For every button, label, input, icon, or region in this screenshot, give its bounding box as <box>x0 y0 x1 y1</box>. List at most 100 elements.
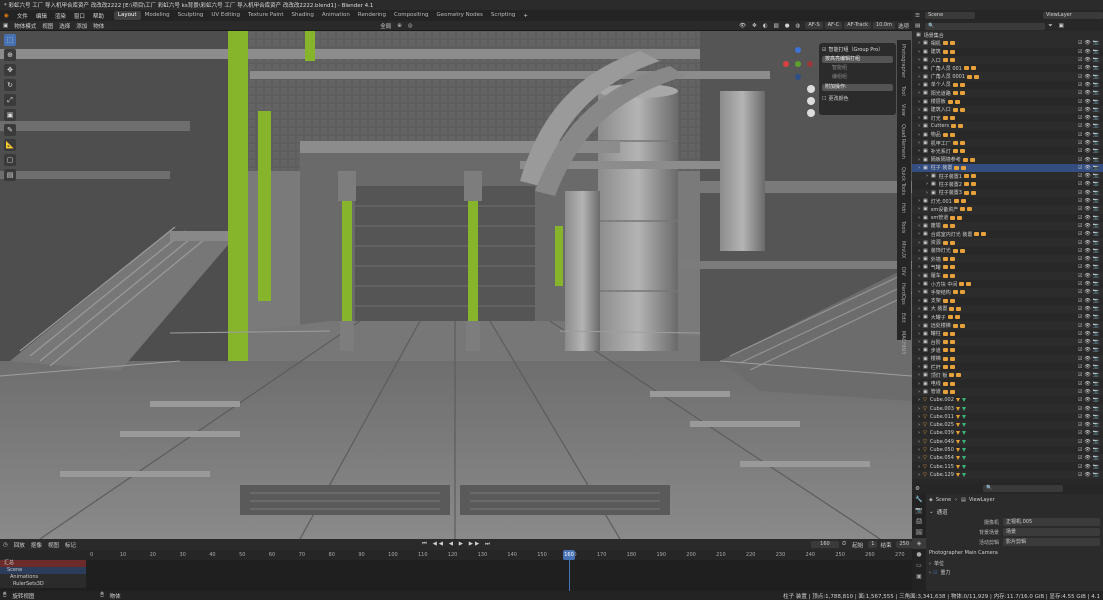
visibility-toggles[interactable]: ☑👁📷 <box>1078 347 1101 353</box>
visibility-toggles[interactable]: ☑👁📷 <box>1078 323 1101 329</box>
timeline-ruler[interactable]: 0 10 20 30 40 50 60 70 80 90 100 110 120 130 140 150 160… <box>0 550 912 560</box>
chevron-right-icon[interactable]: › <box>918 115 920 121</box>
navigation-gizmo[interactable] <box>781 47 815 117</box>
outliner-row[interactable]: › ▣ 支架 ☑👁📷 <box>912 297 1103 305</box>
outliner-row[interactable]: › ▣ 建筑 ☑👁📷 <box>912 48 1103 56</box>
shading-solid-icon[interactable]: ● <box>782 23 793 29</box>
chevron-right-icon[interactable]: › <box>918 381 920 387</box>
outliner-row[interactable]: › ▣ 栏杆 ☑👁📷 <box>912 363 1103 371</box>
x-axis-icon[interactable] <box>783 61 789 67</box>
menu-item[interactable]: 窗口 <box>70 12 89 20</box>
outliner-row[interactable]: › ▣ 手架结构 ☑👁📷 <box>912 288 1103 297</box>
sidebar-tab[interactable]: MACHIN3 <box>897 327 909 358</box>
outliner-row[interactable]: › ▣ 台阶 ☑👁📷 <box>912 337 1103 347</box>
chevron-right-icon[interactable]: › <box>918 356 920 362</box>
outliner-row[interactable]: › ▣ 顶灯 板 ☑👁📷 <box>912 371 1103 380</box>
render-tab-icon[interactable]: 📷 <box>912 505 926 516</box>
new-collection-icon[interactable]: ▣ <box>1056 23 1067 29</box>
photographer-chip[interactable]: AF-Track <box>844 22 871 29</box>
workspace-tab[interactable]: UV Editing <box>207 11 244 20</box>
visibility-toggles[interactable]: ☑👁📷 <box>1078 381 1101 387</box>
visibility-toggles[interactable]: ☑👁📷 <box>1078 65 1101 71</box>
chevron-right-icon[interactable]: › <box>918 132 920 138</box>
workspace-tab[interactable]: Geometry Nodes <box>432 11 486 20</box>
timeline-menu-item[interactable]: 抠像 <box>28 541 45 549</box>
outliner-row[interactable]: › ▣ 隔板隔墙参考 ☑👁📷 <box>912 155 1103 164</box>
view-layer-selector[interactable]: ViewLayer <box>1043 12 1103 19</box>
outliner-row[interactable]: › ▣ 灯光.001 ☑👁📷 <box>912 197 1103 205</box>
timeline-channel[interactable]: 汇总 <box>0 560 86 567</box>
outliner-row[interactable]: › ▣ 入口 ☑👁📷 <box>912 55 1103 65</box>
outliner-row[interactable]: › ▣ 气罐 ☑👁📷 <box>912 263 1103 271</box>
outliner-row[interactable]: › ▽ Cube.025 ☑👁📷 <box>912 420 1103 430</box>
extra-ops-button[interactable]: 附加操作: <box>822 84 893 91</box>
chevron-right-icon[interactable]: › <box>918 397 920 403</box>
chevron-right-icon[interactable]: › <box>918 306 920 312</box>
properties-search-input[interactable]: 🔍 <box>982 485 1063 492</box>
timeline-channel[interactable]: RulerSets3D <box>0 581 86 588</box>
shading-material-icon[interactable]: ◍ <box>793 23 804 29</box>
visibility-toggles[interactable]: ☑👁📷 <box>1078 372 1101 378</box>
outliner-search-input[interactable]: 🔍 <box>925 22 1046 30</box>
chevron-right-icon[interactable]: › <box>918 430 920 436</box>
sidebar-tab[interactable]: Tool <box>897 82 909 100</box>
outliner-row[interactable]: › ▽ Cube.049 ☑👁📷 <box>912 437 1103 446</box>
outliner-row[interactable]: › ▣ 装饰灯光 ☑👁📷 <box>912 247 1103 255</box>
pan-hand-icon[interactable] <box>807 97 815 105</box>
outliner-row[interactable]: › ▣ 阳光道路 ☑👁📷 <box>912 89 1103 98</box>
workspace-tab[interactable]: Texture Paint <box>244 11 288 20</box>
chevron-right-icon[interactable]: › <box>918 298 920 304</box>
visibility-toggles[interactable]: ☑👁📷 <box>1078 40 1101 46</box>
visibility-toggles[interactable]: ☑👁📷 <box>1078 99 1101 105</box>
property-value-field[interactable]: 场景 <box>1003 528 1100 536</box>
visibility-toggles[interactable]: ☑👁📷 <box>1078 181 1101 187</box>
sidebar-tab[interactable]: Quick Tools <box>897 163 909 199</box>
visibility-toggles[interactable]: ☑👁📷 <box>1078 223 1101 229</box>
visibility-toggles[interactable]: ☑👁📷 <box>1078 289 1101 295</box>
visibility-toggles[interactable]: ☑👁📷 <box>1078 472 1101 478</box>
add-workspace-button[interactable]: + <box>519 13 532 19</box>
chevron-right-icon[interactable]: › <box>918 414 920 420</box>
chevron-right-icon[interactable]: › <box>918 264 920 270</box>
viewport-menu-item[interactable]: 选择 <box>56 22 73 30</box>
visibility-toggles[interactable]: ☑👁📷 <box>1078 215 1101 221</box>
chevron-right-icon[interactable]: › <box>918 107 920 113</box>
chevron-right-icon[interactable]: › <box>926 190 928 196</box>
output-tab-icon[interactable]: 🖨 <box>912 516 926 527</box>
outliner-row[interactable]: › ▣ 单个人员 ☑👁📷 <box>912 81 1103 89</box>
chevron-right-icon[interactable]: › <box>918 40 920 46</box>
chevron-right-icon[interactable]: › <box>918 99 920 105</box>
gravity-section[interactable]: › ☑ 重力 <box>929 569 1100 577</box>
chevron-right-icon[interactable]: › <box>918 372 920 378</box>
extra-tool-icon[interactable]: ▤ <box>4 169 16 181</box>
outliner-row[interactable]: › ▣ 补光系灯 ☑👁📷 <box>912 147 1103 155</box>
outliner-row[interactable]: › ▣ 合成室内灯光 装置 ☑👁📷 <box>912 230 1103 238</box>
sidebar-tab[interactable]: HardOps <box>897 279 909 309</box>
chevron-right-icon[interactable]: › <box>918 198 920 204</box>
visibility-toggles[interactable]: ☑👁📷 <box>1078 397 1101 403</box>
chevron-right-icon[interactable]: › <box>918 347 920 353</box>
group-pro-header[interactable]: ☑ 智能打组（Group Pro） <box>822 46 893 54</box>
chevron-right-icon[interactable]: › <box>918 323 920 329</box>
menu-item[interactable]: 编辑 <box>32 12 51 20</box>
visibility-toggles[interactable]: ☑👁📷 <box>1078 248 1101 254</box>
outliner-row[interactable]: › ▣ 履车 ☑👁📷 <box>912 271 1103 280</box>
chevron-right-icon[interactable]: › <box>918 57 920 63</box>
chevron-right-icon[interactable]: › <box>918 314 920 320</box>
tool-tab-icon[interactable]: 🔧 <box>912 494 926 505</box>
visibility-toggles[interactable]: ☑👁📷 <box>1078 339 1101 345</box>
chevron-right-icon[interactable]: › <box>918 439 920 445</box>
visibility-toggles[interactable]: ☑👁📷 <box>1078 206 1101 212</box>
collection-tab-icon[interactable]: ▭ <box>912 560 926 571</box>
visibility-toggles[interactable]: ☑👁📷 <box>1078 90 1101 96</box>
options-dropdown[interactable]: 选项 <box>895 22 912 30</box>
sidebar-tab[interactable]: Photographer <box>897 40 909 82</box>
visibility-toggles[interactable]: ☑👁📷 <box>1078 107 1101 113</box>
workspace-tab[interactable]: Sculpting <box>174 11 208 20</box>
3d-viewport[interactable] <box>0 31 912 539</box>
chevron-right-icon[interactable]: › <box>918 206 920 212</box>
chevron-right-icon[interactable]: › <box>918 148 920 154</box>
timeline-menu-item[interactable]: 标记 <box>62 541 79 549</box>
chevron-right-icon[interactable]: › <box>918 123 920 129</box>
clock-icon[interactable]: ◷ <box>0 542 11 548</box>
